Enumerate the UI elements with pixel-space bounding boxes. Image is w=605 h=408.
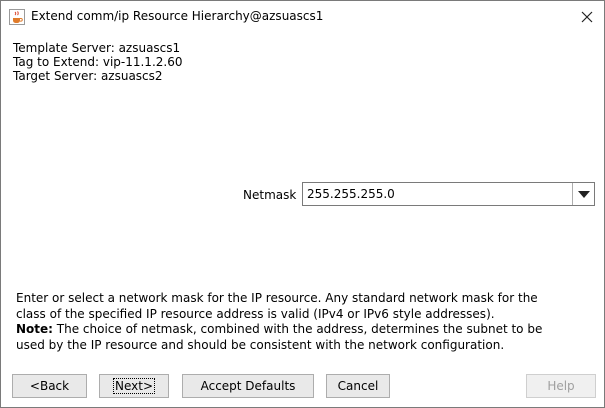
close-icon[interactable] [577, 7, 597, 27]
netmask-combobox[interactable]: 255.255.255.0 [302, 182, 595, 206]
next-button[interactable]: Next> [99, 374, 169, 398]
tag-to-extend-text: Tag to Extend: vip-11.1.2.60 [13, 55, 183, 69]
chevron-down-icon[interactable] [572, 183, 594, 205]
template-server-text: Template Server: azsuascs1 [13, 41, 181, 55]
next-button-label: Next> [112, 378, 155, 394]
dialog-window: Extend comm/ip Resource Hierarchy@azsuas… [0, 0, 605, 408]
back-button-label: <Back [29, 379, 70, 393]
target-server-text: Target Server: azsuascs2 [13, 69, 163, 83]
description-note-line: Note: The choice of netmask, combined wi… [16, 322, 596, 338]
description-line: Enter or select a network mask for the I… [16, 291, 538, 305]
description-line: used by the IP resource and should be co… [16, 337, 505, 352]
help-button[interactable]: Help [526, 374, 596, 398]
accept-defaults-button[interactable]: Accept Defaults [182, 374, 314, 398]
help-description: Enter or select a network mask for the I… [16, 291, 596, 353]
netmask-value[interactable]: 255.255.255.0 [307, 187, 395, 201]
netmask-label: Netmask [243, 188, 297, 202]
java-coffee-cup-icon [9, 9, 25, 25]
window-title: Extend comm/ip Resource Hierarchy@azsuas… [31, 9, 324, 23]
accept-defaults-label: Accept Defaults [200, 379, 296, 393]
note-text: The choice of netmask, combined with the… [52, 322, 543, 336]
title-bar: Extend comm/ip Resource Hierarchy@azsuas… [1, 1, 604, 31]
cancel-button-label: Cancel [337, 379, 379, 393]
note-label: Note: [16, 322, 53, 336]
back-button[interactable]: <Back [12, 374, 87, 398]
cancel-button[interactable]: Cancel [326, 374, 390, 398]
help-button-label: Help [547, 379, 575, 393]
resource-info: Template Server: azsuascs1 Tag to Extend… [13, 41, 182, 83]
description-line: class of the specified IP resource addre… [16, 306, 495, 321]
